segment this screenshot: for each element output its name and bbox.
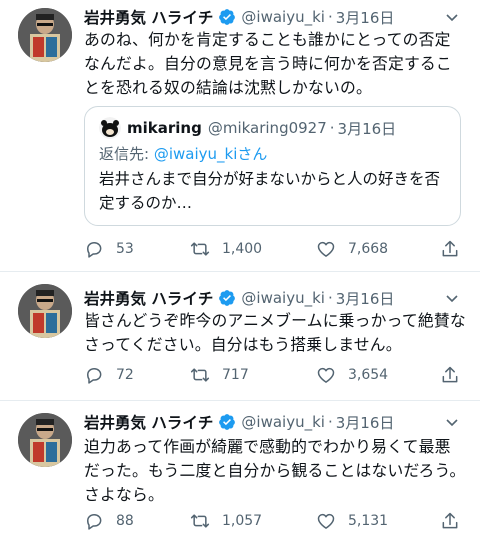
retweet-icon xyxy=(190,368,210,382)
avatar[interactable] xyxy=(18,8,72,62)
verified-badge-icon xyxy=(218,8,236,26)
more-chevron-icon[interactable] xyxy=(440,287,464,309)
like-count: 3,654 xyxy=(348,367,389,383)
reply-to-line: 返信先: @iwaiyu_kiさん xyxy=(99,143,267,164)
share-icon xyxy=(442,366,458,383)
quoted-avatar xyxy=(99,117,121,139)
separator-dot: · xyxy=(329,119,335,137)
reply-count: 53 xyxy=(116,241,134,257)
tweet-header: 岩井勇気 ハライチ @iwaiyu_ki · 3月16日 xyxy=(84,287,394,309)
quoted-timestamp: 3月16日 xyxy=(337,119,397,138)
more-chevron-icon[interactable] xyxy=(440,6,464,28)
retweet-count: 1,057 xyxy=(222,513,263,529)
share-button[interactable] xyxy=(440,237,460,261)
retweet-button[interactable]: 717 xyxy=(190,363,249,387)
reply-bubble-icon xyxy=(87,368,102,384)
like-count: 5,131 xyxy=(348,513,389,529)
heart-icon xyxy=(317,513,335,529)
reply-count: 88 xyxy=(116,513,134,529)
display-name[interactable]: 岩井勇気 ハライチ xyxy=(84,287,213,309)
handle[interactable]: @iwaiyu_ki xyxy=(241,289,325,307)
avatar[interactable] xyxy=(18,284,72,338)
reply-button[interactable]: 72 xyxy=(84,363,134,387)
quoted-display-name: mikaring xyxy=(127,119,202,137)
retweet-button[interactable]: 1,057 xyxy=(190,509,262,533)
timestamp[interactable]: 3月16日 xyxy=(336,412,395,433)
retweet-icon xyxy=(190,242,210,256)
timestamp[interactable]: 3月16日 xyxy=(336,288,395,309)
reply-button[interactable]: 53 xyxy=(84,237,134,261)
reply-to-mention[interactable]: @iwaiyu_kiさん xyxy=(154,145,268,163)
heart-icon xyxy=(317,367,335,383)
reply-button[interactable]: 88 xyxy=(84,509,134,533)
tweet-text: 皆さんどうぞ昨今のアニメブームに乗っかって絶賛なさってください。自分はもう搭乗し… xyxy=(84,311,466,354)
separator-dot: · xyxy=(327,289,333,307)
quoted-tweet-header: mikaring @mikaring0927 · 3月16日 xyxy=(99,117,396,139)
tweet-text: 迫力あって作画が綺麗で感動的でわかり易くて最悪だった。もう二度と自分から観ること… xyxy=(84,437,466,504)
quoted-tweet[interactable]: mikaring @mikaring0927 · 3月16日 返信先: @iwa… xyxy=(84,106,461,226)
like-button[interactable]: 7,668 xyxy=(316,237,388,261)
display-name[interactable]: 岩井勇気 ハライチ xyxy=(84,411,213,433)
reply-bubble-icon xyxy=(87,242,102,258)
retweet-count: 717 xyxy=(222,367,249,383)
like-button[interactable]: 5,131 xyxy=(316,509,388,533)
retweet-button[interactable]: 1,400 xyxy=(190,237,262,261)
retweet-count: 1,400 xyxy=(222,241,263,257)
tweet[interactable]: 岩井勇気 ハライチ @iwaiyu_ki · 3月16日 皆さんどうぞ昨今のアニ… xyxy=(0,272,480,401)
reply-count: 72 xyxy=(116,367,134,383)
like-count: 7,668 xyxy=(348,241,389,257)
timestamp[interactable]: 3月16日 xyxy=(336,7,395,28)
verified-badge-icon xyxy=(218,289,236,307)
tweet-text: あのね、何かを肯定することも誰かにとっての否定なんだよ。自分の意見を言う時に何か… xyxy=(84,30,452,97)
retweet-icon xyxy=(190,514,210,528)
tweet-header: 岩井勇気 ハライチ @iwaiyu_ki · 3月16日 xyxy=(84,411,394,433)
tweet-header: 岩井勇気 ハライチ @iwaiyu_ki · 3月16日 xyxy=(84,6,394,28)
quoted-handle: @mikaring0927 xyxy=(207,119,327,137)
handle[interactable]: @iwaiyu_ki xyxy=(241,413,325,431)
share-button[interactable] xyxy=(440,509,460,533)
verified-badge-icon xyxy=(218,413,236,431)
share-icon xyxy=(442,512,458,529)
reply-to-label: 返信先: xyxy=(99,145,154,163)
more-chevron-icon[interactable] xyxy=(440,411,464,433)
tweet-actions: 88 1,057 5,131 xyxy=(84,509,468,533)
tweet-actions: 72 717 3,654 xyxy=(84,363,468,387)
display-name[interactable]: 岩井勇気 ハライチ xyxy=(84,6,213,28)
separator-dot: · xyxy=(327,413,333,431)
tweet-actions: 53 1,400 7,668 xyxy=(84,237,468,261)
reply-bubble-icon xyxy=(87,514,102,530)
share-button[interactable] xyxy=(440,363,460,387)
like-button[interactable]: 3,654 xyxy=(316,363,388,387)
tweet[interactable]: 岩井勇気 ハライチ @iwaiyu_ki · 3月16日 あのね、何かを肯定する… xyxy=(0,0,480,272)
avatar[interactable] xyxy=(18,413,72,467)
quoted-tweet-text: 岩井さんまで自分が好まないからと人の好きを否定するのか… xyxy=(99,170,441,212)
separator-dot: · xyxy=(327,8,333,26)
heart-icon xyxy=(317,241,335,257)
handle[interactable]: @iwaiyu_ki xyxy=(241,8,325,26)
tweet[interactable]: 岩井勇気 ハライチ @iwaiyu_ki · 3月16日 迫力あって作画が綺麗で… xyxy=(0,401,480,542)
share-icon xyxy=(442,240,458,257)
